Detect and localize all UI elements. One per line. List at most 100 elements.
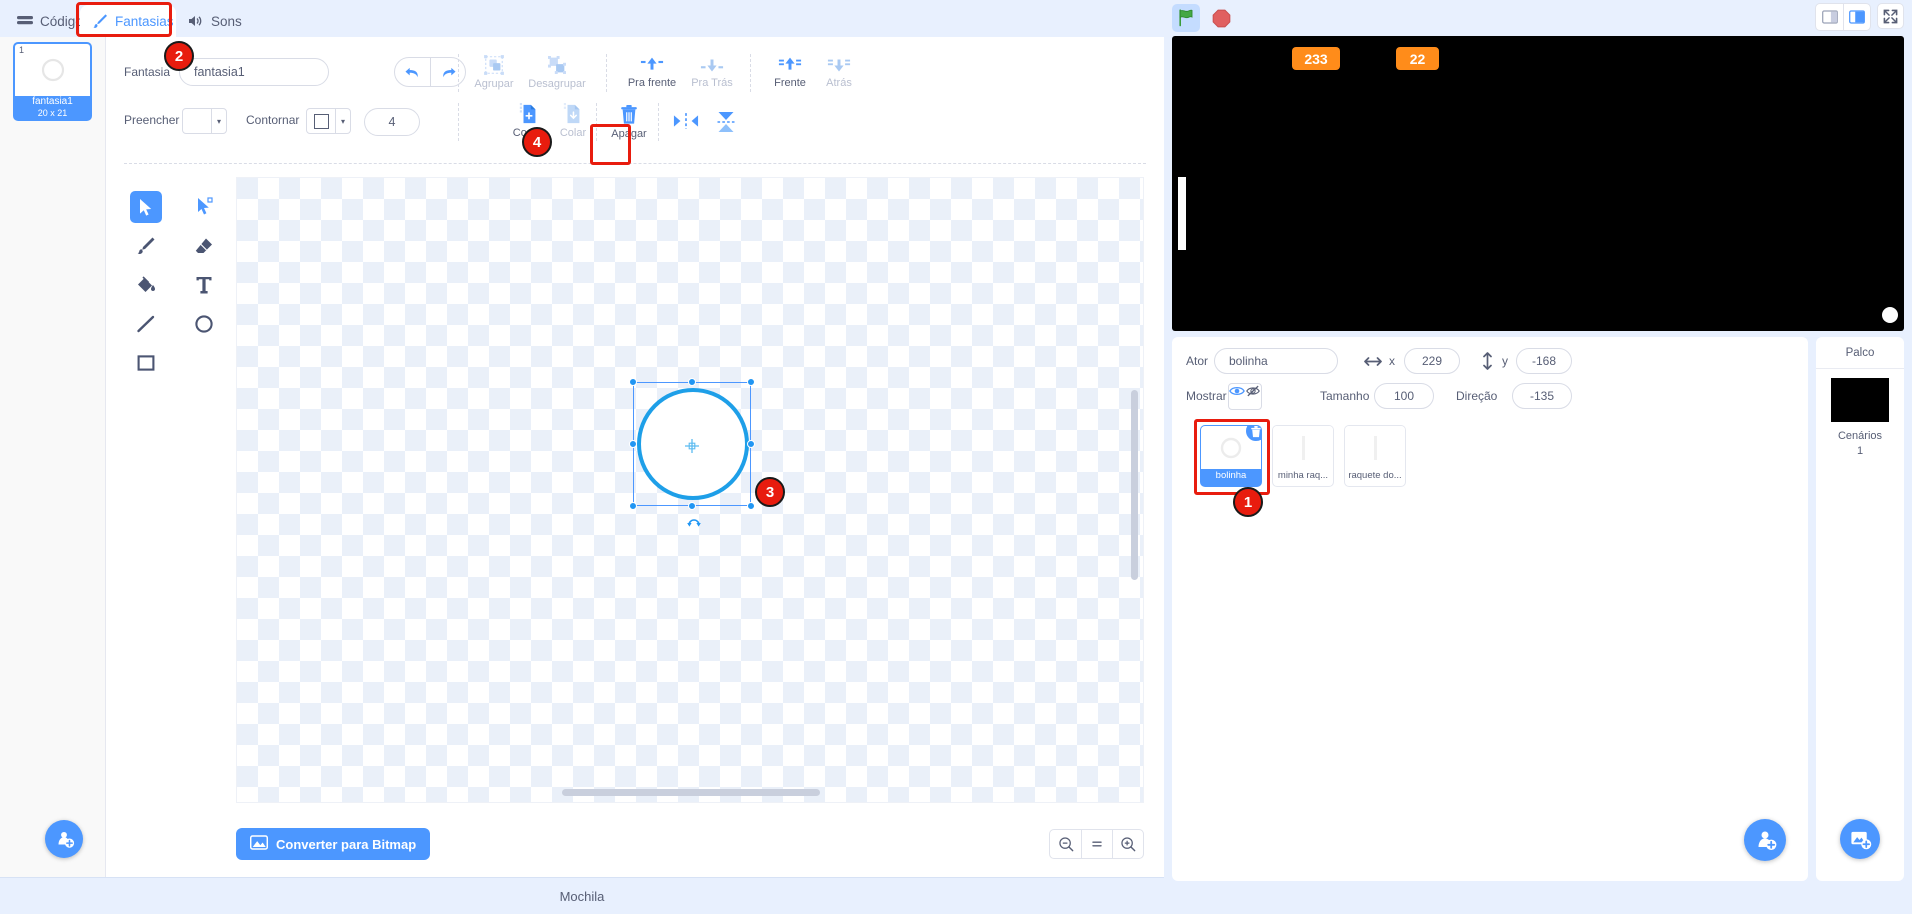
select-tool[interactable] <box>130 191 162 223</box>
add-backdrop-icon <box>1850 831 1871 849</box>
ungroup-icon <box>548 56 566 74</box>
trash-icon <box>1251 426 1261 437</box>
stroke-width-input[interactable]: 4 <box>364 108 420 136</box>
rectangle-tool[interactable] <box>130 347 162 379</box>
stage-selector-title: Palco <box>1845 347 1875 359</box>
stage-selector-divider <box>1816 368 1904 369</box>
stage-display[interactable]: 233 22 <box>1172 36 1904 331</box>
zoom-in-button[interactable] <box>1112 830 1143 858</box>
resize-handle-n[interactable] <box>688 378 696 386</box>
ungroup-button[interactable]: Desagrupar <box>522 54 592 90</box>
backdrops-count: 1 <box>1856 445 1864 457</box>
flip-horizontal-button[interactable] <box>666 111 706 131</box>
eye-icon <box>1229 386 1245 395</box>
show-sprite-button[interactable] <box>1229 384 1245 409</box>
ball-sprite <box>1882 307 1898 323</box>
bring-to-front-icon <box>778 57 802 70</box>
x-arrows-icon <box>1364 356 1382 367</box>
backward-button-label: Pra Trás <box>691 77 733 89</box>
tab-fantasias-label: Fantasias <box>115 13 174 29</box>
resize-handle-w[interactable] <box>629 440 637 448</box>
tab-sons[interactable]: Sons <box>176 5 244 37</box>
fill-tool[interactable] <box>130 269 162 301</box>
back-button[interactable]: Atrás <box>816 55 862 89</box>
shape-center-marker <box>684 438 700 454</box>
paintbrush-icon <box>92 13 108 29</box>
sprite-card-raquete-do[interactable]: raquete do... <box>1344 425 1406 487</box>
resize-handle-s[interactable] <box>688 502 696 510</box>
direction-input[interactable]: -135 <box>1512 383 1572 409</box>
redo-button[interactable] <box>430 58 465 86</box>
speaker-icon <box>188 14 204 28</box>
flip-vertical-button[interactable] <box>706 111 746 133</box>
sprite-card-bolinha[interactable]: bolinha <box>1200 425 1262 487</box>
add-costume-button[interactable] <box>45 820 83 858</box>
text-tool[interactable] <box>188 269 220 301</box>
outline-color-picker[interactable]: ▾ <box>306 108 351 134</box>
delete-button[interactable]: Apagar <box>606 104 652 140</box>
x-label: x <box>1389 354 1395 368</box>
sprite-info-row-2: Mostrar Tamanho 100 Direção -135 <box>1172 381 1808 411</box>
backpack-bar[interactable]: Mochila <box>0 877 1164 914</box>
line-tool[interactable] <box>130 308 162 340</box>
sprite-name-raquete-do: raquete do... <box>1348 470 1402 481</box>
fill-color-picker[interactable]: ▾ <box>182 108 227 134</box>
fill-color-swatch <box>183 109 211 133</box>
fullscreen-icon <box>1883 9 1898 23</box>
resize-handle-sw[interactable] <box>629 502 637 510</box>
zoom-reset-button[interactable] <box>1081 830 1112 858</box>
circle-tool[interactable] <box>188 308 220 340</box>
forward-button[interactable]: Pra frente <box>622 55 682 89</box>
hide-sprite-button[interactable] <box>1245 384 1261 409</box>
paste-icon <box>563 103 580 124</box>
convert-to-bitmap-label: Converter para Bitmap <box>276 836 417 852</box>
sprite-thumbnail-raquete-do <box>1345 426 1405 469</box>
rotation-handle[interactable] <box>686 516 701 530</box>
zoom-out-button[interactable] <box>1050 830 1081 858</box>
group-button[interactable]: Agrupar <box>468 54 520 90</box>
reshape-tool[interactable] <box>188 191 220 223</box>
paste-button[interactable]: Colar <box>552 103 594 139</box>
canvas-horizontal-scrollbar[interactable] <box>562 789 820 796</box>
brush-tool[interactable] <box>130 230 162 262</box>
green-flag-button[interactable] <box>1172 4 1200 32</box>
add-sprite-button[interactable] <box>1744 819 1786 861</box>
convert-to-bitmap-button[interactable]: Converter para Bitmap <box>236 828 431 860</box>
costume-name-input[interactable]: fantasia1 <box>179 58 329 86</box>
resize-handle-e[interactable] <box>747 440 755 448</box>
canvas-vertical-scrollbar[interactable] <box>1131 390 1138 580</box>
eraser-tool[interactable] <box>188 230 220 262</box>
fullscreen-button[interactable] <box>1877 3 1904 29</box>
toolbar-separator-3 <box>750 54 751 92</box>
normal-stage-button[interactable] <box>1843 4 1870 30</box>
sprite-card-minha-raquete[interactable]: minha raq... <box>1272 425 1334 487</box>
drawing-canvas[interactable] <box>236 177 1144 803</box>
small-stage-button[interactable] <box>1816 4 1843 30</box>
sprite-name-input[interactable]: bolinha <box>1214 348 1338 374</box>
toolbar-separator <box>458 54 459 92</box>
resize-handle-se[interactable] <box>747 502 755 510</box>
x-input[interactable]: 229 <box>1404 348 1460 374</box>
costume-thumbnail <box>15 44 90 96</box>
size-input[interactable]: 100 <box>1374 383 1434 409</box>
stage-selector-panel[interactable]: Palco Cenários 1 <box>1816 337 1904 881</box>
resize-handle-nw[interactable] <box>629 378 637 386</box>
y-input[interactable]: -168 <box>1516 348 1572 374</box>
line-icon <box>137 315 155 333</box>
costume-name: fantasia1 <box>32 96 73 107</box>
stage-column: 233 22 Ator bolinha x 229 y -168 Mostrar… <box>1164 0 1912 914</box>
undo-button[interactable] <box>395 58 430 86</box>
back-button-label: Atrás <box>826 77 852 89</box>
add-backdrop-button[interactable] <box>1840 819 1880 859</box>
zoom-reset-icon <box>1092 841 1102 847</box>
backward-button[interactable]: Pra Trás <box>684 55 740 89</box>
actor-label: Ator <box>1186 354 1209 368</box>
stop-button[interactable] <box>1210 7 1232 29</box>
delete-button-label: Apagar <box>611 128 647 140</box>
resize-handle-ne[interactable] <box>747 378 755 386</box>
tab-fantasias[interactable]: Fantasias <box>80 5 176 37</box>
add-costume-icon <box>58 831 75 848</box>
outline-label: Contornar <box>246 113 300 127</box>
front-button[interactable]: Frente <box>764 55 816 89</box>
costume-item-fantasia1[interactable]: 1 fantasia1 20 x 21 <box>13 42 92 121</box>
